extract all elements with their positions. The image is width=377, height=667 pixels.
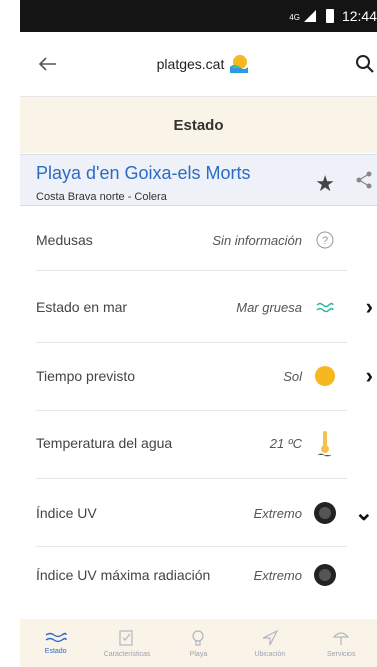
network-type: 4G: [289, 13, 300, 22]
row-value: Mar gruesa: [236, 299, 302, 315]
chevron-down-icon[interactable]: ⌄: [355, 500, 373, 526]
nav-label: Playa: [189, 650, 208, 658]
battery-icon: [325, 9, 334, 23]
row-estado-mar[interactable]: Estado en mar Mar gruesa ›: [20, 277, 377, 337]
lightbulb-icon: [192, 629, 205, 646]
beach-name: Playa d'en Goixa-els Morts: [36, 163, 251, 183]
uv-badge-icon: [313, 501, 337, 525]
bottom-navigation: Estado Características Playa Ubicación S…: [20, 619, 377, 667]
app-bar: platges.cat: [20, 32, 377, 96]
checklist-icon: [119, 629, 133, 646]
clock: 12:44: [341, 8, 377, 24]
umbrella-icon: [332, 631, 350, 645]
navigation-icon: [262, 629, 279, 645]
logo-sun-wave-icon: [230, 55, 249, 73]
row-divider: [36, 478, 347, 479]
row-label: Estado en mar: [36, 299, 128, 315]
row-divider: [36, 342, 347, 343]
beach-region: Costa Brava norte - Colera: [36, 191, 167, 203]
beach-header: Playa d'en Goixa-els Morts Costa Brava n…: [20, 154, 377, 206]
help-circle-icon[interactable]: ?: [313, 228, 337, 252]
signal-indicator: 4G: [289, 10, 316, 22]
row-value: 21 ºC: [269, 435, 302, 451]
row-value: Sin información: [212, 232, 302, 248]
row-label: Temperatura del agua: [36, 435, 173, 451]
row-tiempo[interactable]: Tiempo previsto Sol ›: [20, 346, 377, 406]
chevron-right-icon[interactable]: ›: [366, 294, 373, 320]
back-button[interactable]: [24, 40, 72, 88]
row-value: Extremo: [253, 505, 302, 521]
sun-icon: [313, 364, 337, 388]
app-screen: 4G 12:44 platges.cat Estado Playa d'en G…: [0, 0, 377, 667]
svg-text:?: ?: [322, 235, 328, 247]
signal-icon: [303, 10, 316, 22]
nav-label: Características: [103, 650, 151, 658]
section-header: Estado: [20, 97, 377, 153]
row-label: Medusas: [36, 232, 93, 248]
nav-servicios[interactable]: Servicios: [309, 629, 373, 658]
nav-estado[interactable]: Estado: [24, 632, 88, 655]
share-icon: [356, 171, 372, 189]
row-divider: [36, 270, 347, 271]
status-bar: 4G 12:44: [20, 0, 377, 32]
chevron-right-icon[interactable]: ›: [366, 363, 373, 389]
nav-ubicacion[interactable]: Ubicación: [238, 629, 302, 658]
share-button[interactable]: [355, 170, 373, 195]
row-label: Tiempo previsto: [36, 368, 136, 384]
row-uv-maxima: Índice UV máxima radiación Extremo: [20, 545, 377, 605]
row-medusas[interactable]: Medusas Sin información ?: [20, 210, 377, 270]
row-divider: [36, 410, 347, 411]
thermometer-icon: [313, 431, 337, 457]
uv-badge-icon: [313, 563, 337, 587]
nav-label: Servicios: [327, 650, 356, 658]
row-label: Índice UV: [36, 505, 97, 521]
search-icon: [356, 55, 374, 73]
waves-icon: [313, 295, 337, 319]
nav-playa[interactable]: Playa: [166, 629, 230, 658]
row-label: Índice UV máxima radiación: [36, 567, 211, 583]
brand-logo: platges.cat: [157, 53, 251, 75]
favorite-button[interactable]: ★: [315, 171, 335, 197]
waves-icon: [45, 632, 67, 642]
row-value: Sol: [283, 368, 302, 384]
arrow-left-icon: [38, 57, 56, 71]
row-indice-uv[interactable]: Índice UV Extremo ⌄: [20, 483, 377, 543]
search-button[interactable]: [335, 44, 375, 84]
left-letterbox: [0, 0, 20, 667]
nav-caracteristicas[interactable]: Características: [95, 629, 159, 658]
row-temperatura: Temperatura del agua 21 ºC: [20, 413, 377, 473]
row-value: Extremo: [253, 567, 302, 583]
nav-label: Ubicación: [254, 650, 286, 658]
logo-text: platges.cat: [156, 56, 225, 72]
nav-label: Estado: [44, 647, 67, 655]
star-icon: ★: [315, 171, 335, 196]
